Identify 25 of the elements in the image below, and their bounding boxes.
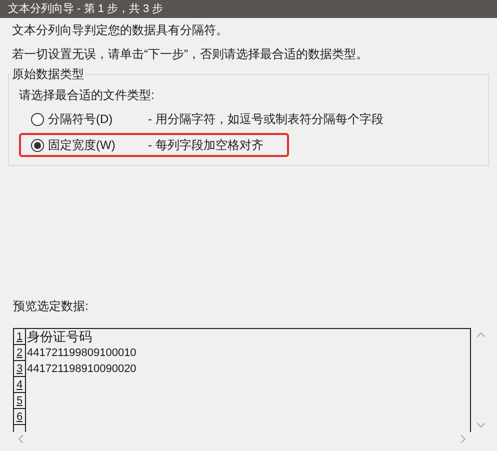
option-description: - 用分隔字符，如逗号或制表符分隔每个字段	[148, 111, 384, 128]
row-number: 5	[14, 393, 26, 409]
row-number: 3	[14, 361, 26, 377]
scroll-down-icon[interactable]	[477, 423, 485, 428]
option-label[interactable]: 固定宽度(W)	[48, 136, 148, 154]
group-title: 原始数据类型	[11, 66, 85, 82]
scroll-right-icon[interactable]	[461, 435, 466, 443]
prompt-text: 请选择最合适的文件类型:	[19, 87, 156, 103]
option-label[interactable]: 分隔符号(D)	[48, 110, 148, 128]
title-bar: 文本分列向导 - 第 1 步，共 3 步	[0, 0, 497, 18]
option-description: - 每列字段加空格对齐	[148, 137, 264, 154]
preview-cell-text: 441721199809100010	[26, 346, 136, 361]
intro-text: 文本分列向导判定您的数据具有分隔符。	[12, 22, 229, 38]
preview-cell-text: 441721198910090020	[26, 362, 136, 377]
row-number: 1	[14, 329, 26, 345]
scroll-left-icon[interactable]	[18, 435, 23, 443]
intro-text: 若一切设置无误，请单击“下一步”，否则请选择最合适的数据类型。	[12, 46, 369, 62]
preview-cell: 身份证号码	[26, 329, 92, 345]
row-number: 2	[14, 345, 26, 361]
row-number: 4	[14, 377, 26, 393]
radio-button[interactable]	[31, 138, 44, 152]
preview-label: 预览选定数据:	[12, 298, 90, 314]
row-number: 6	[14, 409, 26, 425]
scroll-up-icon[interactable]	[477, 332, 485, 337]
radio-button[interactable]	[31, 112, 44, 126]
